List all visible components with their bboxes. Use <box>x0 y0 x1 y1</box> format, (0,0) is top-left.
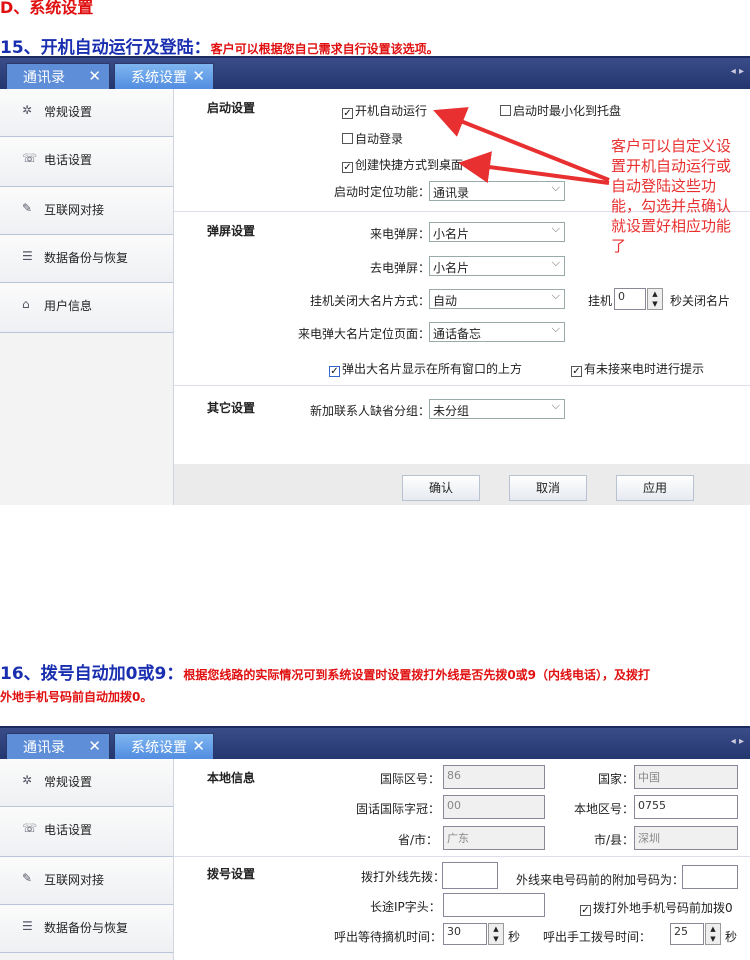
sidebar-item-label: 常规设置 <box>44 775 93 789</box>
manual-time-label: 呼出手工拨号时间： <box>543 930 652 944</box>
manual-time-spinner[interactable]: ▲ ▼ <box>705 923 721 945</box>
tab-contacts-label: 通讯录 <box>23 740 65 756</box>
extra-prefix-input[interactable] <box>682 865 738 889</box>
tab-settings[interactable]: 系统设置 ✕ <box>114 733 214 760</box>
settings-content: 本地信息 国际区号： 86 国家： 中国 固话国际字冠： 00 本地区号： 07… <box>174 759 750 960</box>
checkbox-label: 拨打外地手机号码前加拨0 <box>593 901 733 915</box>
mobile-zero-checkbox[interactable]: 拨打外地手机号码前加拨0 <box>580 899 733 916</box>
local-section-title: 本地信息 <box>207 771 256 785</box>
intl-prefix-label: 固话国际字冠： <box>356 802 441 816</box>
intl-prefix-input[interactable]: 00 <box>443 795 545 819</box>
province-label: 省/市： <box>398 833 439 847</box>
sidebar-item-label: 互联网对接 <box>44 873 105 887</box>
wait-time-spinner[interactable]: ▲ ▼ <box>488 923 504 945</box>
dial-section-title: 拨号设置 <box>207 867 256 881</box>
province-input[interactable]: 广东 <box>443 826 545 850</box>
sidebar-item-label: 数据备份与恢复 <box>44 921 129 935</box>
sidebar-item-backup[interactable]: ☰ 数据备份与恢复 <box>0 905 173 953</box>
settings-window-2: 通讯录 ✕ 系统设置 ✕ ◂ ▸ ✲ 常规设置 ☏ 电话设置 ✎ 互联网对接 ☰ 数据备份与… <box>0 726 750 960</box>
city-label: 市/县： <box>594 833 635 847</box>
ip-prefix-label: 长途IP字头： <box>370 900 441 914</box>
manual-time-input[interactable]: 25 <box>670 923 704 945</box>
sidebar-item-general[interactable]: ✲ 常规设置 <box>0 759 173 807</box>
sidebar: ✲ 常规设置 ☏ 电话设置 ✎ 互联网对接 ☰ 数据备份与恢复 <box>0 759 174 960</box>
area-code-label: 本地区号： <box>574 802 635 816</box>
tab-settings-label: 系统设置 <box>131 740 187 756</box>
section-16-title: 16、拨号自动加0或9： <box>0 664 184 684</box>
tab-bar: 通讯录 ✕ 系统设置 ✕ ◂ ▸ <box>0 726 750 760</box>
sidebar-item-label: 电话设置 <box>44 823 93 837</box>
tab-scroll-arrows[interactable]: ◂ ▸ <box>731 736 744 747</box>
outside-prefix-label: 拨打外线先拨： <box>361 870 446 884</box>
sidebar-item-phone[interactable]: ☏ 电话设置 <box>0 807 173 857</box>
sidebar-item-internet[interactable]: ✎ 互联网对接 <box>0 857 173 905</box>
section-16-heading-line2: 外地手机号码前自动加拨0。 <box>0 686 152 706</box>
outside-prefix-input[interactable] <box>442 862 498 889</box>
pencil-icon: ✎ <box>22 871 33 885</box>
wait-time-input[interactable]: 30 <box>443 923 487 945</box>
section-16-heading: 16、拨号自动加0或9：根据您线路的实际情况可到系统设置时设置拨打外线是否先拨0… <box>0 659 650 684</box>
manual-time-unit: 秒 <box>725 930 738 944</box>
section-16-desc: 根据您线路的实际情况可到系统设置时设置拨打外线是否先拨0或9（内线电话），及拨打 <box>183 668 651 682</box>
area-code-input[interactable]: 0755 <box>634 795 738 819</box>
ip-prefix-input[interactable] <box>443 893 545 917</box>
close-icon[interactable]: ✕ <box>88 737 101 755</box>
intl-code-label: 国际区号： <box>380 772 441 786</box>
tab-contacts[interactable]: 通讯录 ✕ <box>6 733 110 760</box>
phone-icon: ☏ <box>22 821 38 835</box>
section-16-desc-2: 外地手机号码前自动加拨0。 <box>0 690 153 704</box>
gear-icon: ✲ <box>22 773 33 787</box>
document-icon: ☰ <box>22 919 33 933</box>
country-label: 国家： <box>598 772 635 786</box>
close-icon[interactable]: ✕ <box>192 737 205 755</box>
checkbox-icon <box>580 905 591 916</box>
divider <box>174 856 750 857</box>
country-input[interactable]: 中国 <box>634 765 738 789</box>
extra-prefix-label: 外线来电号码前的附加号码为： <box>516 873 685 887</box>
wait-time-label: 呼出等待摘机时间： <box>334 930 443 944</box>
wait-time-unit: 秒 <box>508 930 521 944</box>
city-input[interactable]: 深圳 <box>634 826 738 850</box>
intl-code-input[interactable]: 86 <box>443 765 545 789</box>
